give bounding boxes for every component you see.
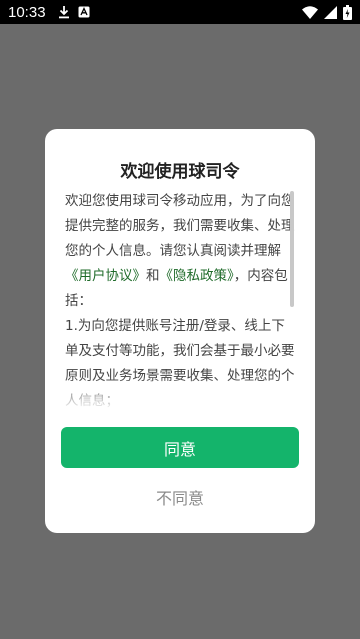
status-bar: 10:33 <box>0 0 360 24</box>
content-intro: 欢迎您使用球司令移动应用，为了向您提供完整的服务，我们需要收集、处理您的个人信息… <box>65 193 295 259</box>
content-scrollbar[interactable] <box>290 191 294 307</box>
signal-icon <box>324 5 337 19</box>
battery-icon <box>343 4 352 20</box>
content-fade <box>65 377 297 411</box>
privacy-dialog: 欢迎使用球司令 欢迎您使用球司令移动应用，为了向您提供完整的服务，我们需要收集、… <box>45 129 315 533</box>
disagree-button[interactable]: 不同意 <box>61 481 299 513</box>
download-icon <box>58 5 70 19</box>
content-and: 和 <box>146 268 160 284</box>
privacy-policy-link[interactable]: 《隐私政策》 <box>160 268 234 284</box>
notification-a-icon <box>78 6 90 18</box>
wifi-icon <box>302 5 318 19</box>
agree-button[interactable]: 同意 <box>61 427 299 468</box>
user-agreement-link[interactable]: 《用户协议》 <box>65 268 146 284</box>
dialog-content[interactable]: 欢迎您使用球司令移动应用，为了向您提供完整的服务，我们需要收集、处理您的个人信息… <box>65 189 297 411</box>
status-icons-left <box>58 5 90 19</box>
dialog-title: 欢迎使用球司令 <box>120 162 240 182</box>
status-time: 10:33 <box>8 3 46 21</box>
status-icons-right <box>302 4 352 20</box>
